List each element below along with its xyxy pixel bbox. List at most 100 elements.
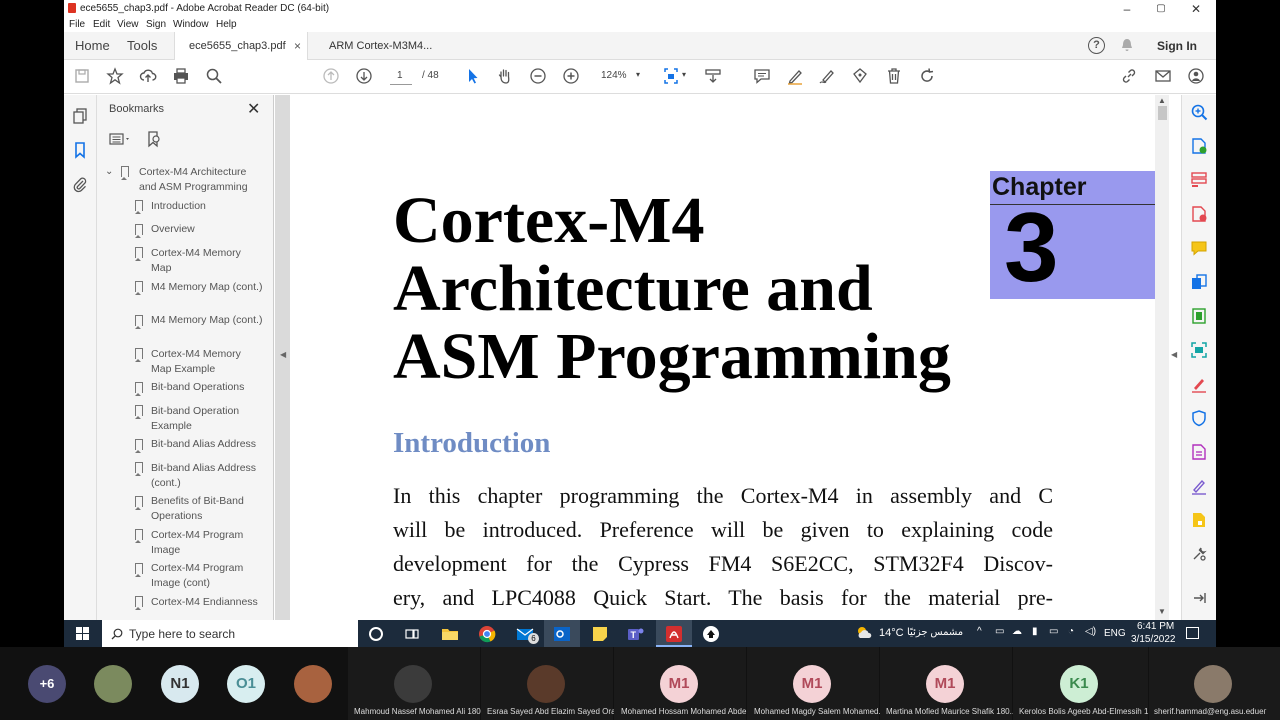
volume-speaker-icon[interactable]: ◁) [1085,626,1096,637]
highlight-pen-icon[interactable] [785,67,805,87]
bookmark-item[interactable]: Bit-band Operation Example [151,404,263,434]
input-language[interactable]: ENG [1104,628,1126,639]
zoom-in-icon[interactable] [561,67,581,87]
menu-edit[interactable]: Edit [93,19,110,30]
bookmark-item[interactable]: Cortex-M4 Program Image [151,528,263,558]
participant-tile[interactable]: M1 Mohamed Magdy Salem Mohamed... [747,647,885,720]
zoom-out-icon[interactable] [528,67,548,87]
print-icon[interactable] [171,67,191,87]
tray-app-icon[interactable]: ▭ [995,626,1004,637]
page-down-icon[interactable] [354,67,374,87]
menu-view[interactable]: View [117,19,139,30]
bookmark-item[interactable]: Cortex-M4 Program Image (cont) [151,561,263,591]
more-tools-icon[interactable] [1190,545,1208,563]
participant-tile[interactable]: Mahmoud Nassef Mohamed Ali 180... [348,647,487,720]
organize-pages-icon[interactable] [1190,171,1208,189]
bookmark-options-icon[interactable] [109,132,133,146]
document-scrollbar[interactable]: ▲ ▼ [1155,95,1169,620]
clock-time[interactable]: 6:41 PM [1137,621,1174,632]
attachments-paperclip-icon[interactable] [71,175,89,193]
bookmark-item[interactable]: M4 Memory Map (cont.) [151,313,263,328]
send-for-review-icon[interactable] [1190,511,1208,529]
maximize-button[interactable]: ▢ [1146,1,1176,17]
acrobat-reader-icon[interactable] [664,624,684,644]
scroll-mode-icon[interactable] [703,67,723,87]
menu-file[interactable]: File [69,19,85,30]
bookmark-item[interactable]: Cortex-M4 Memory Map [151,246,263,276]
network-wifi-icon[interactable]: ◔ [1068,626,1074,637]
menu-sign[interactable]: Sign [146,19,166,30]
chrome-icon[interactable] [477,624,497,644]
sign-in-link[interactable]: Sign In [1157,39,1197,53]
participant-tile[interactable]: sherif.hammad@eng.asu.eduег [1149,647,1280,720]
tab-document-active[interactable]: ece5655_chap3.pdf × [174,32,308,61]
fill-sign-icon[interactable] [1190,375,1208,393]
notification-bell-icon[interactable] [1121,38,1133,51]
page-thumbnails-icon[interactable] [71,107,89,125]
taskbar-search-box[interactable]: Type here to search [102,620,358,647]
show-hidden-icons-chevron-icon[interactable]: ^ [977,626,982,637]
prepare-form-icon[interactable] [1190,443,1208,461]
collapse-chevron-icon[interactable]: ⌄ [105,166,113,177]
tab-document[interactable]: ARM Cortex-M3M4... [315,32,445,60]
zoom-level-dropdown[interactable]: 124% [601,70,627,81]
compress-pdf-icon[interactable] [1190,307,1208,325]
collapse-tools-icon[interactable] [1190,589,1208,607]
more-participants-button[interactable]: +6 [28,665,66,703]
bookmark-item[interactable]: Bit-band Operations [151,380,263,395]
bookmark-star-icon[interactable] [105,67,125,87]
export-pdf-icon[interactable] [1190,137,1208,155]
combine-files-icon[interactable] [1190,273,1208,291]
scroll-thumb[interactable] [1158,106,1167,120]
save-icon[interactable] [72,67,92,87]
comment-tool-icon[interactable] [1190,239,1208,257]
bookmark-item[interactable]: Overview [151,222,263,237]
action-center-notification-icon[interactable] [1186,627,1199,639]
onedrive-cloud-icon[interactable]: ☁ [1012,626,1022,637]
teams-icon[interactable]: T [625,624,645,644]
help-icon[interactable]: ? [1088,37,1105,54]
request-signature-icon[interactable] [1190,477,1208,495]
microphone-icon[interactable]: ▮ [1032,626,1038,637]
select-cursor-icon[interactable] [463,67,483,87]
draw-sign-icon[interactable] [817,67,837,87]
upload-cloud-icon[interactable] [138,67,158,87]
fit-page-icon[interactable] [661,67,681,87]
bookmark-root[interactable]: Cortex-M4 Architecture and ASM Programmi… [139,165,259,195]
bookmark-item[interactable]: Bit-band Alias Address (cont.) [151,461,263,491]
delete-trash-icon[interactable] [884,67,904,87]
weather-icon[interactable] [855,625,873,640]
bookmark-item[interactable]: Cortex-M4 Memory Map Example [151,347,263,377]
zoom-chevron-down-icon[interactable]: ▾ [636,70,640,79]
participant-tile[interactable]: Esraa Sayed Abd Elazim Sayed Orab... [481,647,627,720]
file-explorer-icon[interactable] [440,624,460,644]
close-window-button[interactable]: ✕ [1181,1,1211,17]
cortana-icon[interactable] [369,627,383,641]
battery-icon[interactable]: ▭ [1049,626,1058,637]
sticky-notes-icon[interactable] [590,624,610,644]
bookmark-item[interactable]: Bit-band Alias Address [151,437,263,452]
clock-date[interactable]: 3/15/2022 [1131,634,1176,645]
protect-shield-icon[interactable] [1190,409,1208,427]
email-icon[interactable] [1153,67,1173,87]
bookmark-item[interactable]: Introduction [151,199,263,214]
search-icon[interactable] [204,67,224,87]
rotate-icon[interactable] [917,67,937,87]
bookmark-item[interactable]: Benefits of Bit-Band Operations [151,494,263,524]
share-link-icon[interactable] [1119,67,1139,87]
task-view-icon[interactable] [402,624,422,644]
hand-tool-icon[interactable] [495,67,515,87]
menu-help[interactable]: Help [216,19,237,30]
minimize-button[interactable]: – [1112,1,1142,17]
bookmarks-panel-icon[interactable] [71,141,89,159]
expand-right-panel-icon[interactable]: ◀ [1171,350,1177,359]
stamp-icon[interactable] [850,67,870,87]
zoom-app-icon[interactable] [701,624,721,644]
share-user-icon[interactable] [1186,67,1206,87]
scan-ocr-icon[interactable] [1190,341,1208,359]
new-bookmark-icon[interactable] [146,130,162,148]
participant-tile[interactable]: M1 Martina Mofied Maurice Shafik 180... [880,647,1016,720]
outlook-icon[interactable] [552,624,572,644]
close-panel-icon[interactable]: ✕ [247,99,260,119]
page-up-icon[interactable] [321,67,341,87]
